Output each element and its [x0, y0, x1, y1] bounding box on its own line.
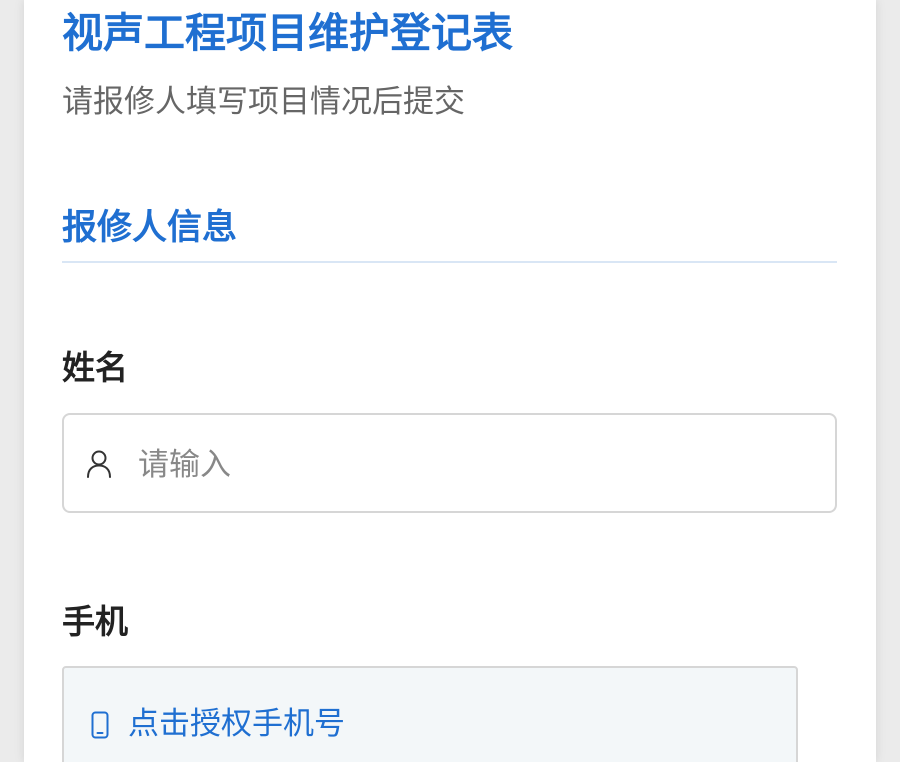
form-card: 视声工程项目维护登记表 请报修人填写项目情况后提交 报修人信息 姓名 手机 点击…	[24, 0, 876, 762]
name-input-container[interactable]	[62, 413, 837, 513]
authorize-phone-button[interactable]: 点击授权手机号	[62, 666, 798, 762]
section-title-reporter-info: 报修人信息	[62, 208, 238, 248]
section-divider	[62, 261, 837, 263]
phone-field-label: 手机	[62, 602, 128, 641]
name-input[interactable]	[138, 443, 798, 487]
form-subtitle: 请报修人填写项目情况后提交	[62, 84, 465, 120]
name-field-label: 姓名	[62, 348, 128, 387]
user-icon	[87, 450, 111, 478]
authorize-phone-label: 点击授权手机号	[128, 706, 345, 742]
form-title: 视声工程项目维护登记表	[62, 9, 513, 57]
mobile-phone-icon	[91, 711, 109, 739]
